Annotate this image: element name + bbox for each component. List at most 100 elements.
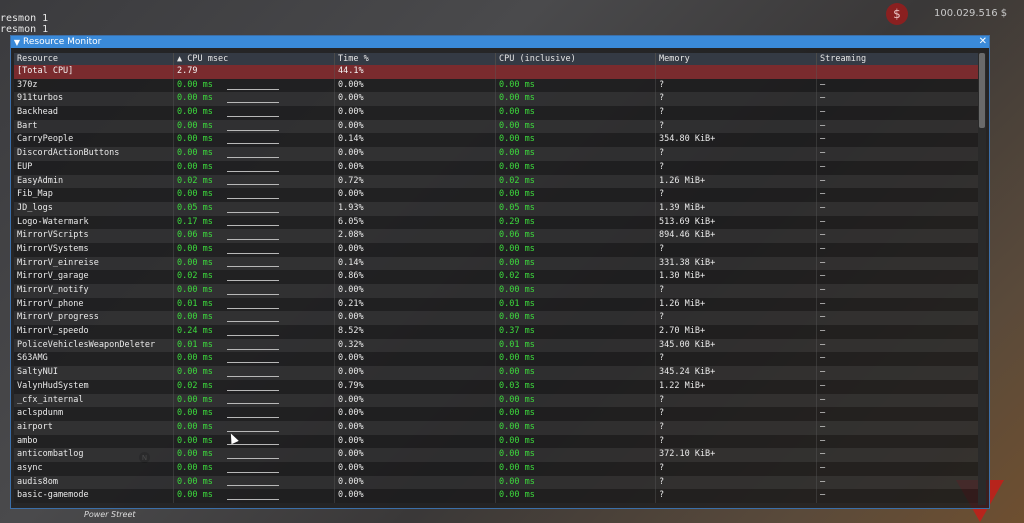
cpu-msec-value: 0.00 ms	[177, 107, 213, 118]
time-percent: 0.00%	[335, 475, 496, 490]
table-row[interactable]: MirrorV_notify 0.00 ms 0.00% 0.00 ms? –	[14, 284, 979, 298]
resource-name: MirrorV_speedo	[14, 325, 174, 339]
table-row[interactable]: airport 0.00 ms 0.00% 0.00 ms? –	[14, 420, 979, 435]
cpu-sparkline	[227, 259, 279, 268]
table-row[interactable]: MirrorV_garage 0.02 ms 0.86% 0.02 ms 1.30 Mi…	[14, 270, 979, 284]
streaming: –	[817, 448, 979, 462]
table-row[interactable]: _cfx_internal 0.00 ms 0.00% 0.00 ms? –	[14, 393, 979, 408]
resource-name: MirrorVScripts	[14, 229, 174, 243]
cpu-msec-value: 0.01 ms	[177, 298, 213, 309]
streaming: –	[817, 215, 979, 230]
table-row[interactable]: aclspdunm 0.00 ms 0.00% 0.00 ms? –	[14, 407, 979, 421]
collapse-icon[interactable]: ▼	[11, 38, 23, 47]
memory: ?	[656, 407, 817, 421]
table-row[interactable]: 911turbos 0.00 ms 0.00% 0.00 ms? –	[14, 92, 979, 107]
table-row[interactable]: MirrorVScripts 0.06 ms 2.08% 0.06 ms 894.46 …	[14, 229, 979, 243]
column-header-cpu-msec[interactable]: ▲ CPU msec	[174, 53, 335, 65]
cpu-msec-cell: 0.00 ms	[174, 147, 335, 161]
table-row[interactable]: MirrorV_einreise 0.00 ms 0.14% 0.00 ms 331.3…	[14, 256, 979, 271]
resource-monitor-window: ▼ Resource Monitor ✕ Resource ▲ CPU msec…	[10, 35, 990, 509]
table-row[interactable]: Logo-Watermark 0.17 ms 6.05% 0.29 ms 513.69 …	[14, 215, 979, 230]
cpu-msec-value: 0.00 ms	[177, 394, 213, 405]
time-percent: 6.05%	[335, 215, 496, 230]
time-percent: 0.00%	[335, 147, 496, 161]
scrollbar[interactable]	[978, 53, 986, 505]
table-row[interactable]: ValynHudSystem 0.02 ms 0.79% 0.03 ms 1.22 Mi…	[14, 379, 979, 394]
column-header-streaming[interactable]: Streaming	[817, 53, 979, 65]
cpu-msec-value: 0.00 ms	[177, 134, 213, 145]
time-percent: 0.00%	[335, 188, 496, 202]
table-row[interactable]: Bart 0.00 ms 0.00% 0.00 ms? –	[14, 119, 979, 134]
table-row[interactable]: PoliceVehiclesWeaponDeleter 0.01 ms 0.32% 0…	[14, 338, 979, 353]
cpu-inclusive: 0.01 ms	[496, 338, 656, 353]
cpu-inclusive: 0.05 ms	[496, 201, 656, 216]
cpu-inclusive: 0.00 ms	[496, 407, 656, 421]
cpu-msec-value: 0.00 ms	[177, 353, 213, 364]
table-row[interactable]: S63AMG 0.00 ms 0.00% 0.00 ms? –	[14, 352, 979, 367]
table-row[interactable]: MirrorV_speedo 0.24 ms 8.52% 0.37 ms 2.70 Mi…	[14, 325, 979, 339]
cpu-msec-value: 0.02 ms	[177, 271, 213, 282]
cpu-msec-cell: 0.02 ms	[174, 270, 335, 284]
cpu-sparkline	[227, 218, 279, 227]
time-percent: 0.00%	[335, 78, 496, 93]
table-row[interactable]: EUP 0.00 ms 0.00% 0.00 ms? –	[14, 160, 979, 175]
cpu-sparkline	[227, 136, 279, 145]
memory: 1.26 MiB+	[656, 174, 817, 189]
resource-name: JD_logs	[14, 201, 174, 216]
cpu-inclusive: 0.00 ms	[496, 311, 656, 326]
close-button[interactable]: ✕	[979, 36, 987, 48]
time-percent: 0.00%	[335, 489, 496, 503]
table-row[interactable]: 370z 0.00 ms 0.00% 0.00 ms? –	[14, 78, 979, 93]
column-header-resource[interactable]: Resource	[14, 53, 174, 65]
cpu-msec-cell: 0.00 ms	[174, 461, 335, 476]
memory: 354.80 KiB+	[656, 133, 817, 148]
resource-name: MirrorVSystems	[14, 242, 174, 257]
memory: ?	[656, 92, 817, 107]
window-titlebar[interactable]: ▼ Resource Monitor ✕	[11, 36, 989, 48]
cpu-msec-value: 0.00 ms	[177, 476, 213, 487]
time-percent: 0.00%	[335, 284, 496, 298]
table-row[interactable]: MirrorV_progress 0.00 ms 0.00% 0.00 ms? –	[14, 311, 979, 326]
cpu-msec-value: 0.00 ms	[177, 257, 213, 268]
memory: 345.24 KiB+	[656, 366, 817, 380]
resource-name: ambo	[14, 434, 174, 449]
table-row[interactable]: basic-gamemode 0.00 ms 0.00% 0.00 ms? –	[14, 489, 979, 503]
column-header-memory[interactable]: Memory	[656, 53, 817, 65]
cpu-msec-value: 0.17 ms	[177, 216, 213, 227]
table-row[interactable]: anticombatlog 0.00 ms 0.00% 0.00 ms 372.10 K…	[14, 448, 979, 462]
table-row[interactable]: audis8om 0.00 ms 0.00% 0.00 ms? –	[14, 475, 979, 490]
memory: ?	[656, 393, 817, 408]
table-row[interactable]: MirrorV_phone 0.01 ms 0.21% 0.01 ms 1.26 MiB…	[14, 297, 979, 312]
memory: 513.69 KiB+	[656, 215, 817, 230]
table-row[interactable]: JD_logs 0.05 ms 1.93% 0.05 ms 1.39 MiB+ –	[14, 201, 979, 216]
streaming: –	[817, 366, 979, 380]
column-header-time[interactable]: Time %	[335, 53, 496, 65]
resource-name: MirrorV_phone	[14, 297, 174, 312]
streaming: –	[817, 284, 979, 298]
table-row[interactable]: async 0.00 ms 0.00% 0.00 ms? –	[14, 461, 979, 476]
cpu-msec-value: 0.06 ms	[177, 230, 213, 241]
cpu-sparkline	[227, 287, 279, 295]
cpu-msec-cell: 0.00 ms	[174, 284, 335, 298]
total-cpu-row[interactable]: [Total CPU] 2.79 44.1%	[14, 65, 979, 79]
streaming: –	[817, 174, 979, 189]
resource-name: DiscordActionButtons	[14, 147, 174, 161]
cpu-inclusive: 0.00 ms	[496, 420, 656, 435]
table-row[interactable]: EasyAdmin 0.02 ms 0.72% 0.02 ms 1.26 MiB+ –	[14, 174, 979, 189]
table-row[interactable]: Fib_Map 0.00 ms 0.00% 0.00 ms? –	[14, 188, 979, 202]
cpu-sparkline	[227, 355, 279, 364]
scrollbar-thumb[interactable]	[979, 53, 985, 128]
cpu-msec-value: 0.02 ms	[177, 380, 213, 391]
column-header-label: CPU msec	[187, 54, 229, 64]
resource-name: async	[14, 461, 174, 476]
table-row[interactable]: Backhead 0.00 ms 0.00% 0.00 ms? –	[14, 106, 979, 120]
cpu-sparkline	[227, 396, 279, 405]
table-row[interactable]: ambo 0.00 ms 0.00% 0.00 ms? –	[14, 434, 979, 449]
table-row[interactable]: MirrorVSystems 0.00 ms 0.00% 0.00 ms? –	[14, 242, 979, 257]
table-row[interactable]: DiscordActionButtons 0.00 ms 0.00% 0.00 ms?…	[14, 147, 979, 161]
streaming: –	[817, 133, 979, 148]
time-percent: 0.00%	[335, 352, 496, 367]
table-row[interactable]: SaltyNUI 0.00 ms 0.00% 0.00 ms 345.24 KiB+ –	[14, 366, 979, 380]
table-row[interactable]: CarryPeople 0.00 ms 0.14% 0.00 ms 354.80 KiB…	[14, 133, 979, 148]
column-header-cpu-inclusive[interactable]: CPU (inclusive)	[496, 53, 656, 65]
